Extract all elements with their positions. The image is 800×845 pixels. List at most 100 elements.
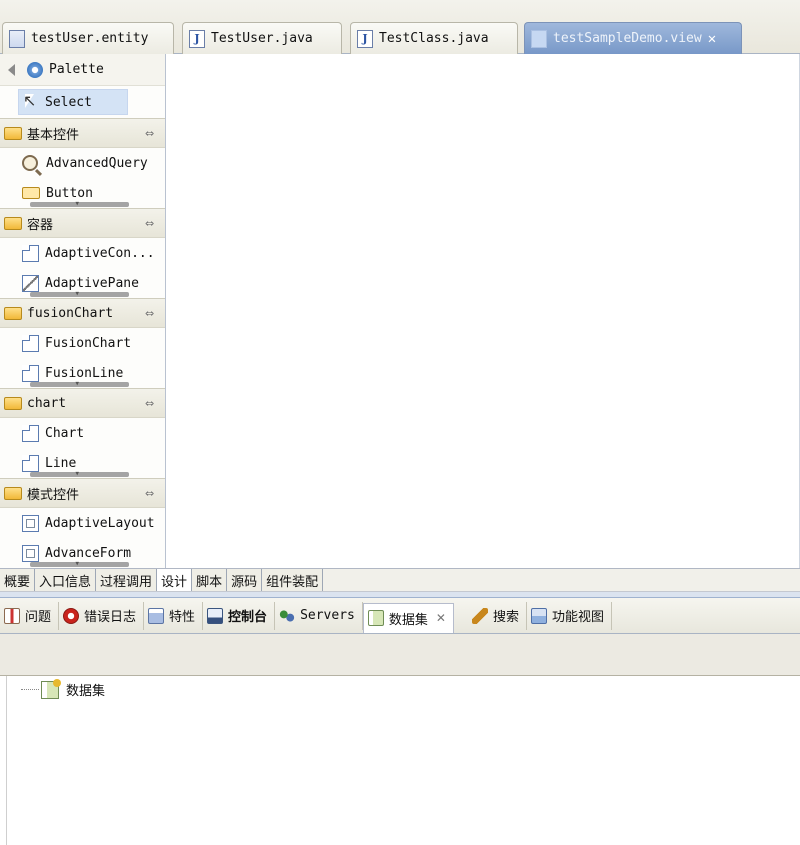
view-tab-label: Servers — [300, 608, 355, 623]
palette-item-advancedquery[interactable]: AdvancedQuery — [0, 148, 165, 178]
view-toolbar — [0, 634, 800, 676]
palette-item-label: FusionChart — [45, 335, 132, 351]
tab-design[interactable]: 设计 — [157, 569, 193, 591]
group-scroll-handle[interactable] — [30, 289, 129, 299]
palette-item-adaptivelayout[interactable]: AdaptiveLayout — [0, 508, 165, 538]
pane-icon — [22, 274, 39, 292]
palette-item-adaptivepane[interactable]: AdaptivePane — [0, 268, 165, 299]
group-scroll-handle[interactable] — [30, 199, 129, 209]
palette-item-button[interactable]: Button — [0, 178, 165, 209]
palette-item-label: AdaptiveLayout — [45, 515, 155, 531]
collapse-triangle-icon[interactable] — [8, 63, 15, 76]
magnifier-icon — [22, 155, 38, 171]
palette-group-header[interactable]: fusionChart ⇔ — [0, 298, 165, 328]
tree-node-label: 数据集 — [66, 684, 106, 699]
close-icon[interactable]: ✕ — [708, 31, 716, 47]
tab-label: 入口信息 — [39, 574, 92, 590]
tab-label: 脚本 — [196, 574, 223, 590]
palette-item-fusionline[interactable]: FusionLine — [0, 358, 165, 389]
view-tab-properties[interactable]: 特性 — [144, 601, 204, 630]
view-tab-dataset[interactable]: 数据集 ✕ — [362, 602, 454, 633]
palette-group-container: 容器 ⇔ AdaptiveCon... AdaptivePane — [0, 208, 165, 299]
pin-icon[interactable]: ⇔ — [145, 217, 159, 230]
function-view-icon — [530, 607, 547, 624]
palette-item-label: FusionLine — [45, 365, 124, 381]
layout-icon — [22, 514, 39, 532]
view-tab-console[interactable]: 控制台 — [203, 601, 276, 630]
view-tab-label: 功能视图 — [551, 610, 604, 625]
palette-item-adaptivecon[interactable]: AdaptiveCon... — [0, 238, 165, 268]
component-box-icon — [22, 424, 39, 442]
form-icon — [22, 544, 39, 562]
pin-icon[interactable]: ⇔ — [145, 487, 159, 500]
palette-group-header[interactable]: chart ⇔ — [0, 388, 165, 418]
palette-group-pattern: 模式控件 ⇔ AdaptiveLayout AdvanceForm — [0, 478, 165, 568]
palette-group-chart: chart ⇔ Chart Line — [0, 388, 165, 479]
select-tool[interactable]: Select — [18, 89, 128, 115]
palette-item-advanceform[interactable]: AdvanceForm — [0, 538, 165, 568]
pin-icon[interactable]: ⇔ — [145, 307, 159, 320]
tab-overview[interactable]: 概要 — [0, 569, 36, 591]
group-scroll-handle[interactable] — [30, 379, 129, 389]
view-tab-servers[interactable]: Servers — [275, 601, 363, 630]
folder-open-icon — [4, 216, 22, 230]
editor-tab-testuser-entity[interactable]: testUser.entity — [2, 22, 174, 54]
palette-item-line[interactable]: Line — [0, 448, 165, 479]
pin-icon[interactable]: ⇔ — [145, 397, 159, 410]
design-canvas[interactable] — [167, 54, 800, 568]
arrow-cursor-icon — [23, 91, 37, 110]
entity-file-icon — [9, 29, 25, 48]
palette-item-fusionchart[interactable]: FusionChart — [0, 328, 165, 358]
view-tab-error-log[interactable]: 错误日志 — [59, 601, 145, 630]
palette-group-header[interactable]: 模式控件 ⇔ — [0, 478, 165, 508]
editor-tab-testsampledemo-view[interactable]: testSampleDemo.view ✕ — [524, 22, 742, 54]
group-scroll-handle[interactable] — [30, 559, 129, 568]
tab-label: 设计 — [161, 574, 188, 590]
view-tab-search[interactable]: 搜索 — [454, 601, 527, 630]
select-label: Select — [45, 94, 92, 110]
tab-label: 组件装配 — [266, 574, 319, 590]
tab-component-assembly[interactable]: 组件装配 — [262, 569, 324, 591]
palette-item-chart[interactable]: Chart — [0, 418, 165, 448]
tab-label: 概要 — [4, 574, 31, 590]
tab-procedure-call[interactable]: 过程调用 — [96, 569, 158, 591]
select-tool-row: Select — [0, 86, 165, 118]
group-title: fusionChart — [27, 305, 114, 321]
palette-item-label: AdvancedQuery — [46, 155, 148, 171]
java-file-icon: J — [189, 29, 205, 48]
view-tab-label: 特性 — [169, 610, 196, 625]
tab-label: 过程调用 — [100, 574, 153, 590]
pin-icon[interactable]: ⇔ — [145, 127, 159, 140]
palette-panel: Palette Select 基本控件 ⇔ AdvancedQuery Butt… — [0, 54, 166, 568]
tab-entry-info[interactable]: 入口信息 — [35, 569, 97, 591]
tab-label: 源码 — [231, 574, 258, 590]
button-icon — [22, 187, 40, 199]
group-title: 基本控件 — [27, 127, 80, 143]
editor-tab-label: testSampleDemo.view — [553, 31, 702, 46]
close-icon[interactable]: ✕ — [436, 611, 446, 625]
palette-icon — [27, 61, 43, 78]
view-tab-problems[interactable]: 问题 — [0, 601, 60, 630]
console-icon — [207, 607, 224, 624]
tab-source[interactable]: 源码 — [227, 569, 263, 591]
group-scroll-handle[interactable] — [30, 469, 129, 479]
palette-group-fusionchart: fusionChart ⇔ FusionChart FusionLine — [0, 298, 165, 389]
tree-node-dataset[interactable]: 数据集 — [21, 678, 106, 699]
servers-icon — [279, 607, 296, 624]
palette-group-header[interactable]: 容器 ⇔ — [0, 208, 165, 238]
view-tab-function-view[interactable]: 功能视图 — [527, 601, 612, 630]
editor-tab-testuser-java[interactable]: J TestUser.java — [182, 22, 342, 54]
palette-title: Palette — [49, 62, 104, 77]
palette-group-header[interactable]: 基本控件 ⇔ — [0, 118, 165, 148]
folder-open-icon — [4, 126, 22, 140]
properties-icon — [148, 607, 165, 624]
palette-item-label: AdaptivePane — [45, 275, 139, 291]
error-log-icon — [63, 607, 80, 624]
editor-tab-testclass-java[interactable]: J TestClass.java — [350, 22, 518, 54]
editor-tab-bar: testUser.entity J TestUser.java J TestCl… — [0, 0, 800, 54]
group-title: 模式控件 — [27, 487, 80, 503]
tree-connector — [21, 689, 39, 690]
palette-item-label: Line — [45, 455, 77, 471]
view-tab-label: 控制台 — [228, 610, 268, 625]
tab-script[interactable]: 脚本 — [192, 569, 228, 591]
